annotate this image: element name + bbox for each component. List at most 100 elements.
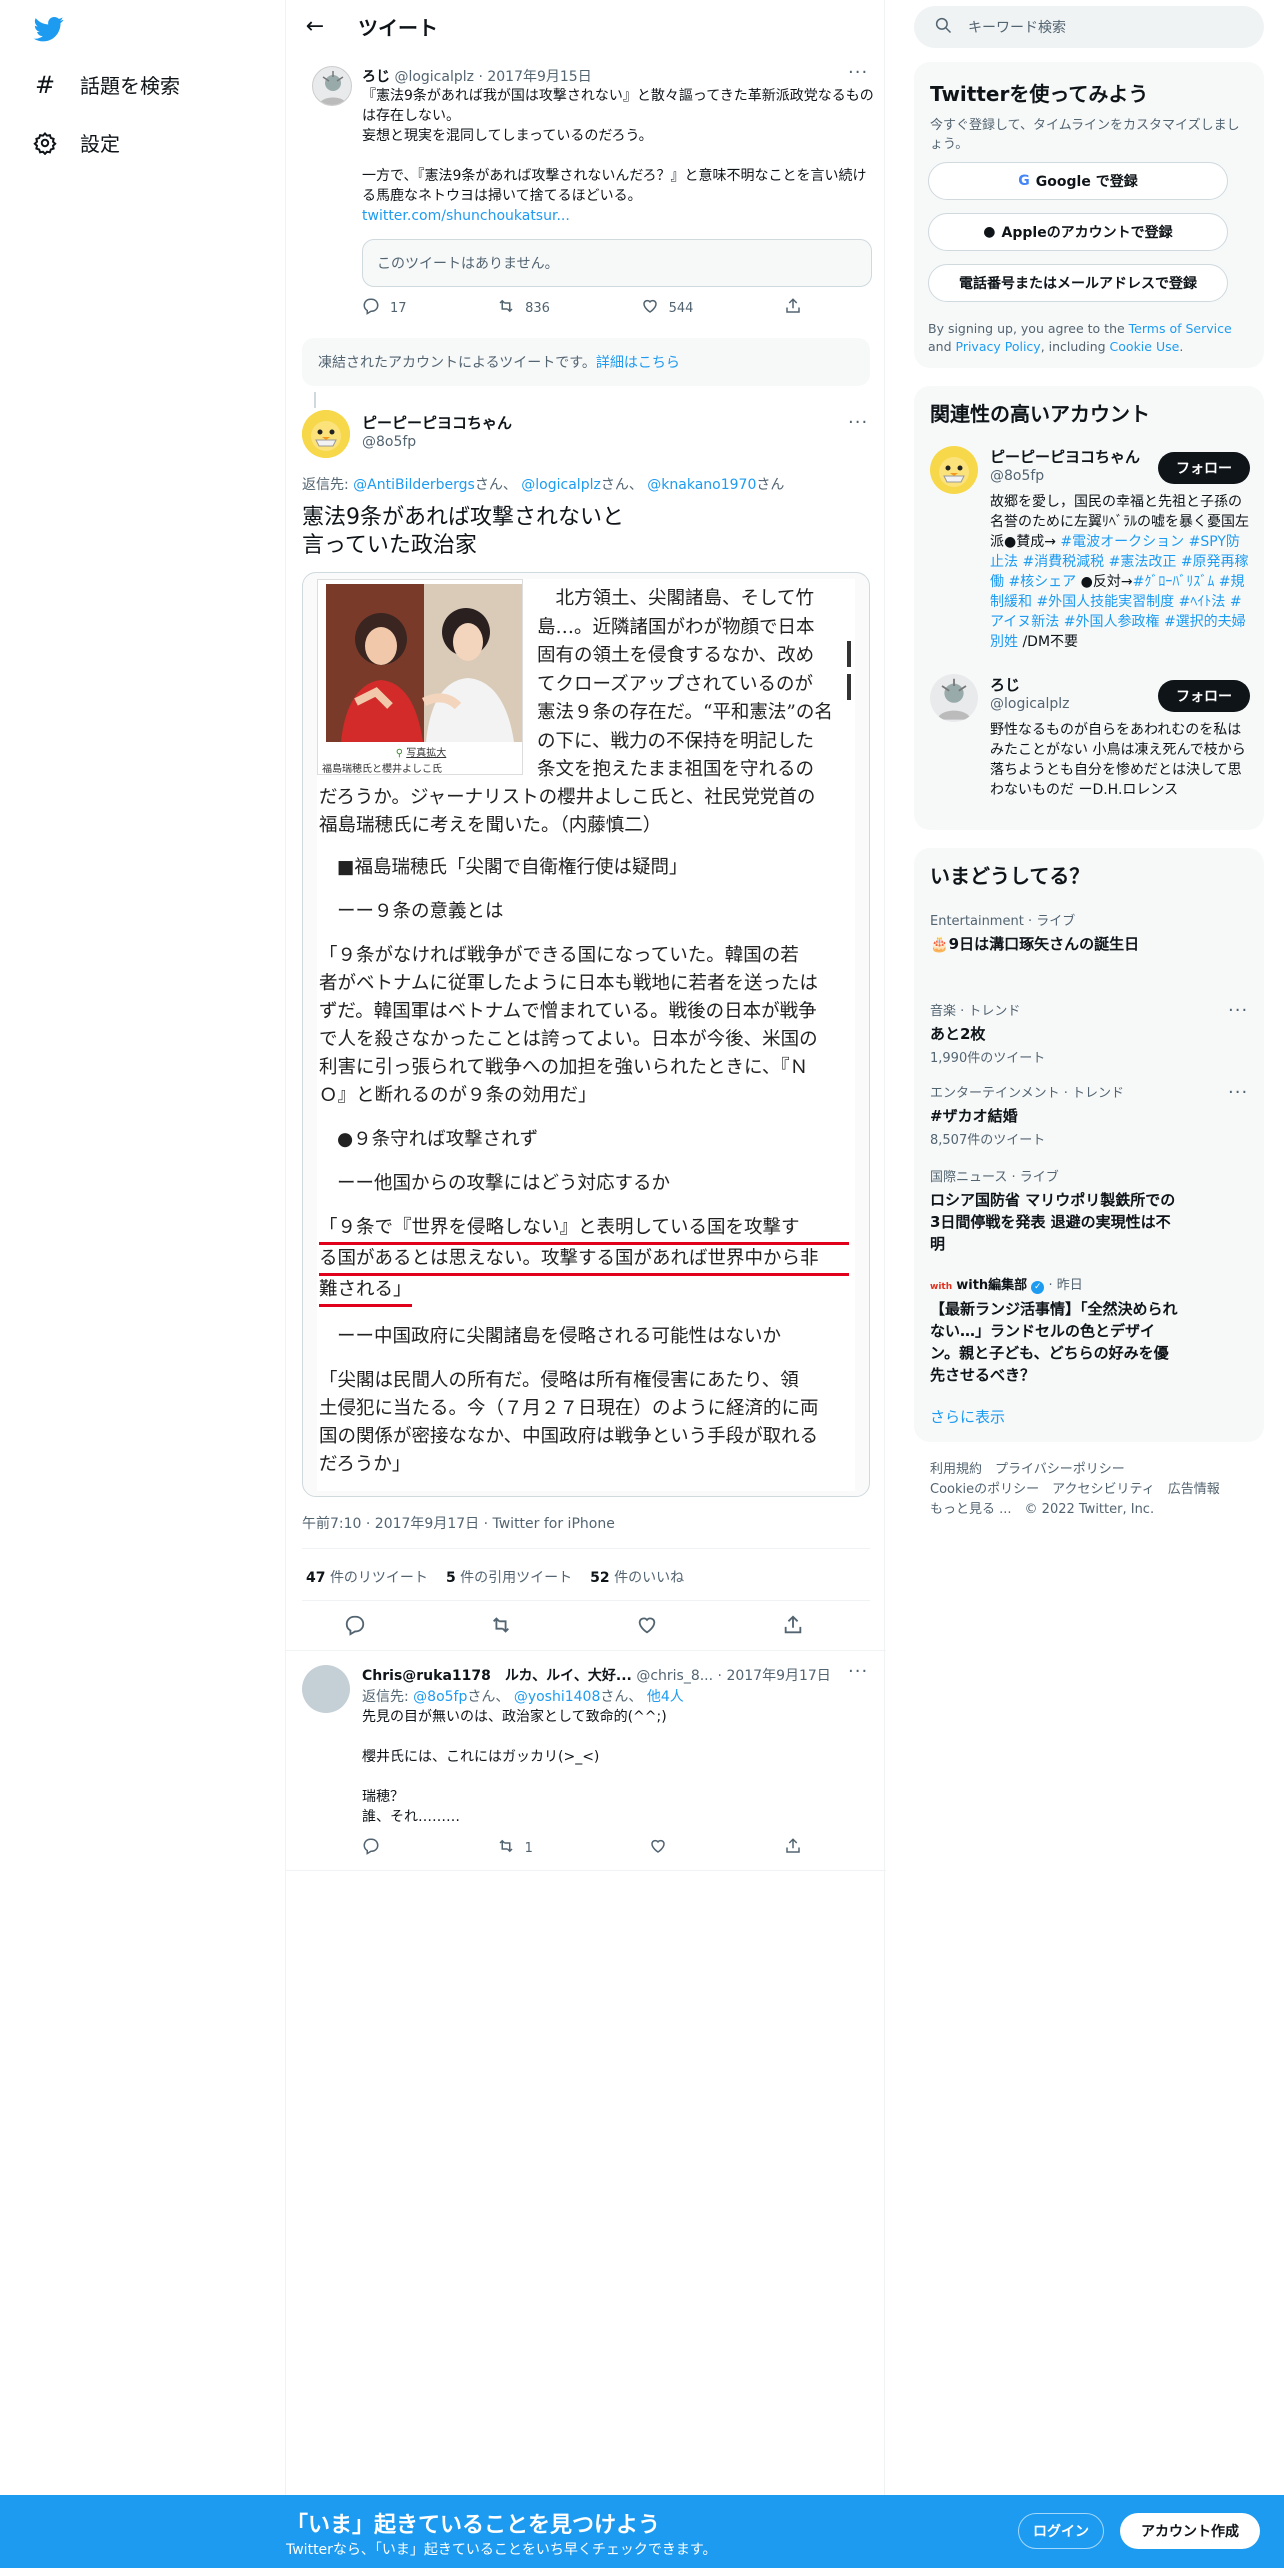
left-nav: # 話題を検索 設定 xyxy=(0,0,285,2568)
signup-button[interactable]: アカウント作成 xyxy=(1120,2513,1260,2549)
retweet-button[interactable]: 1 xyxy=(497,1837,533,1859)
footer-link[interactable]: プライバシーポリシー xyxy=(995,1462,1125,1477)
author-handle[interactable]: @logicalplz xyxy=(394,69,474,85)
parent-tweet[interactable]: ろじ @logicalplz · 2017年9月15日 ··· 『憲法9条があれ… xyxy=(286,54,886,334)
tweet-date[interactable]: 2017年9月17日 xyxy=(726,1668,830,1684)
share-icon[interactable] xyxy=(784,1837,802,1859)
author-name[interactable]: Chris@ruka1178 ルカ、ルイ、大好... xyxy=(362,1668,632,1684)
terms-text: , including xyxy=(1040,339,1110,354)
trend-item[interactable]: 国際ニュース · ライブ ロシア国防省 マリウポリ製鉄所での3日間停戦を発表 退… xyxy=(930,1166,1180,1255)
avatar[interactable] xyxy=(302,410,350,458)
reply-icon[interactable] xyxy=(362,1837,380,1859)
avatar[interactable] xyxy=(312,66,352,106)
show-more-link[interactable]: さらに表示 xyxy=(930,1406,1005,1427)
nav-explore[interactable]: # 話題を検索 xyxy=(32,70,180,99)
share-button[interactable] xyxy=(784,297,802,319)
source-name: with編集部 xyxy=(956,1278,1028,1293)
footer-link[interactable]: もっと見る ... xyxy=(930,1502,1012,1517)
retweets-stat[interactable]: 47 件のリツイート xyxy=(306,1567,428,1587)
search-box[interactable]: キーワード検索 xyxy=(914,6,1264,48)
terms-of-service-link[interactable]: Terms of Service xyxy=(1129,321,1232,336)
hashtag-link[interactable]: #ﾍｲﾄ法 xyxy=(1179,594,1226,610)
footer-link[interactable]: 広告情報 xyxy=(1168,1482,1220,1497)
tweet-date[interactable]: 2017年9月15日 xyxy=(487,69,591,85)
trend-item[interactable]: エンターテインメント · トレンド #ザカオ結婚 8,507件のツイート xyxy=(930,1082,1250,1148)
article-line: 北方領土、尖閣諸島、そして竹 xyxy=(537,588,814,609)
tweet-timestamp[interactable]: 午前7:10 · 2017年9月17日 · Twitter for iPhone xyxy=(302,1513,615,1533)
phone-email-signup-button[interactable]: 電話番号またはメールアドレスで登録 xyxy=(928,264,1228,302)
author-name[interactable]: ピーピーピヨコちゃん xyxy=(362,412,512,433)
account-name[interactable]: ピーピーピヨコちゃん xyxy=(990,446,1140,467)
mention-link[interactable]: @yoshi1408 xyxy=(514,1689,601,1705)
reply-tweet[interactable]: Chris@ruka1178 ルカ、ルイ、大好... @chris_8... ·… xyxy=(286,1651,886,1871)
author-handle[interactable]: @8o5fp xyxy=(362,434,416,450)
trend-count: 8,507件のツイート xyxy=(930,1133,1046,1148)
follow-button[interactable]: フォロー xyxy=(1158,452,1250,484)
trend-item[interactable]: Entertainment · ライブ 🎂9日は溝口琢矢さんの誕生日 xyxy=(930,910,1250,955)
apple-signup-button[interactable]: ● Appleのアカウントで登録 xyxy=(928,213,1228,251)
photo-enlarge-link[interactable]: ⚲ 写真拡大 xyxy=(318,744,524,759)
tweet-link[interactable]: twitter.com/shunchoukatsur... xyxy=(362,206,874,226)
more-icon[interactable]: ··· xyxy=(1228,1082,1248,1103)
heart-icon[interactable] xyxy=(636,1614,658,1640)
likes-stat[interactable]: 52 件のいいね xyxy=(590,1567,684,1587)
login-button[interactable]: ログイン xyxy=(1018,2513,1104,2549)
twitter-logo-icon[interactable] xyxy=(32,14,66,44)
learn-more-link[interactable]: 詳細はこちら xyxy=(596,352,680,372)
account-name[interactable]: ろじ xyxy=(990,674,1020,695)
mention-link[interactable]: @AntiBilderbergs xyxy=(353,477,475,493)
account-bio: 野性なるものが自らをあわれむのを私はみたことがない 小鳥は凍え死んで枝から落ちよ… xyxy=(990,722,1246,798)
signup-terms: By signing up, you agree to the Terms of… xyxy=(928,320,1248,356)
hashtag-link[interactable]: #外国人参政権 xyxy=(1064,614,1160,630)
mention-link[interactable]: @knakano1970 xyxy=(647,477,756,493)
nav-settings[interactable]: 設定 xyxy=(32,128,120,157)
privacy-policy-link[interactable]: Privacy Policy xyxy=(956,339,1041,354)
search-input[interactable]: キーワード検索 xyxy=(968,17,1066,37)
back-arrow-icon[interactable]: ← xyxy=(300,12,330,42)
footer-link[interactable]: アクセシビリティ xyxy=(1052,1482,1155,1497)
more-icon[interactable]: ··· xyxy=(848,1661,868,1682)
tweet-image[interactable]: ⚲ 写真拡大 福島瑞穂氏と櫻井よしこ氏 北方領土、尖閣諸島、そして竹 島…。近隣… xyxy=(302,572,870,1497)
more-icon[interactable]: ··· xyxy=(1228,1000,1248,1021)
footer-link[interactable]: 利用規約 xyxy=(930,1462,982,1477)
avatar[interactable] xyxy=(302,1665,350,1713)
hashtag-link[interactable]: #消費税減税 xyxy=(1022,554,1104,570)
bio-text: ●反対→ xyxy=(1076,574,1133,590)
hashtag-link[interactable]: #核シェア xyxy=(1008,574,1076,590)
reply-tweet-text: 先見の目が無いのは、政治家として致命的(^^;) 櫻井氏には、これにはガッカリ(… xyxy=(362,1707,667,1827)
cookie-use-link[interactable]: Cookie Use xyxy=(1110,339,1180,354)
mention-link[interactable]: @logicalplz xyxy=(521,477,601,493)
retweet-button[interactable]: 836 xyxy=(497,297,550,319)
google-signup-button[interactable]: G Google で登録 xyxy=(928,162,1228,200)
reply-button[interactable]: 17 xyxy=(362,297,407,319)
avatar[interactable] xyxy=(930,446,978,494)
hashtag-link[interactable]: #外国人技能実習制度 xyxy=(1036,594,1174,610)
hashtag-link[interactable]: #電波オークション xyxy=(1060,534,1184,550)
hashtag-link[interactable]: #ｸﾞﾛｰﾊﾞﾘｽﾞﾑ xyxy=(1133,574,1215,590)
account-handle[interactable]: @logicalplz xyxy=(990,696,1070,712)
retweet-icon[interactable] xyxy=(490,1614,512,1640)
quotes-stat[interactable]: 5 件の引用ツイート xyxy=(446,1567,572,1587)
author-name[interactable]: ろじ xyxy=(362,69,390,85)
trend-item[interactable]: with with編集部 ✓ · 昨日 【最新ランジ活事情】「全然決められない…… xyxy=(930,1274,1180,1386)
mention-link[interactable]: @8o5fp xyxy=(413,1689,467,1705)
article-line: で人を殺さなかったことは誇ってよい。日本が今後、米国の xyxy=(319,1029,818,1050)
article-line: 国の関係が密接ななか、中国政府は戦争という手段が取れる xyxy=(319,1426,819,1447)
more-icon[interactable]: ··· xyxy=(848,412,868,433)
more-icon[interactable]: ··· xyxy=(848,62,868,83)
reply-icon[interactable] xyxy=(344,1614,366,1640)
heart-icon[interactable] xyxy=(649,1837,667,1859)
avatar[interactable] xyxy=(930,674,978,722)
others-link[interactable]: 他4人 xyxy=(647,1689,684,1705)
article-line: 「９条がなければ戦争ができる国になっていた。韓国の若 xyxy=(319,945,799,966)
heart-icon xyxy=(641,297,659,319)
hashtag-link[interactable]: #憲法改正 xyxy=(1109,554,1177,570)
account-handle[interactable]: @8o5fp xyxy=(990,468,1044,484)
author-handle[interactable]: @chris_8... xyxy=(636,1668,713,1684)
share-icon[interactable] xyxy=(782,1614,804,1640)
trend-item[interactable]: 音楽 · トレンド あと2枚 1,990件のツイート xyxy=(930,1000,1250,1066)
follow-button[interactable]: フォロー xyxy=(1158,680,1250,712)
trend-title: #ザカオ結婚 xyxy=(930,1107,1018,1125)
footer-link[interactable]: Cookieのポリシー xyxy=(930,1482,1039,1497)
like-button[interactable]: 544 xyxy=(641,297,693,319)
